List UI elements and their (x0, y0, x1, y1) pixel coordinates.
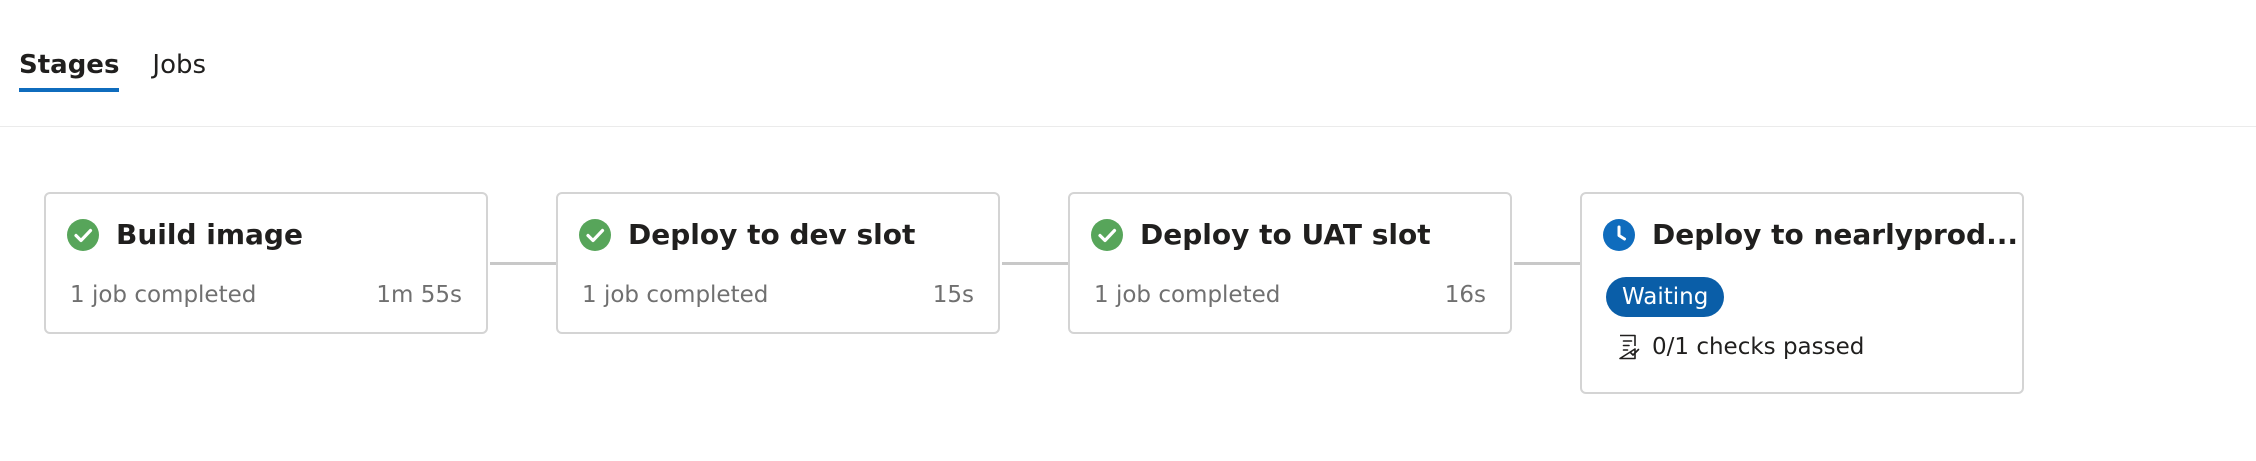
stage-job-summary: 1 job completed (70, 282, 257, 308)
stage-header: Deploy to dev slot (579, 218, 915, 251)
checks-link[interactable]: 0/1 checks passed (1618, 334, 1864, 360)
stage-title: Deploy to nearlyprod... (1652, 218, 2018, 251)
stage-card-deploy-uat[interactable]: Deploy to UAT slot 1 job completed 16s (1068, 192, 1512, 334)
stage-title: Build image (116, 218, 303, 251)
tab-stages[interactable]: Stages (19, 0, 120, 92)
status-badge: Waiting (1606, 277, 1725, 317)
success-check-icon (579, 218, 611, 251)
checks-status-text: 0/1 checks passed (1652, 334, 1865, 360)
tab-jobs[interactable]: Jobs (152, 0, 206, 92)
header-divider (0, 126, 2256, 127)
stage-summary-row: 1 job completed 16s (1094, 282, 1486, 308)
stage-connector (490, 262, 556, 265)
stage-job-summary: 1 job completed (1094, 282, 1281, 308)
stage-duration: 15s (932, 282, 974, 308)
stage-card-deploy-nearlyprod[interactable]: Deploy to nearlyprod... Waiting 0/1 chec… (1580, 192, 2024, 394)
stage-title: Deploy to dev slot (628, 218, 916, 251)
stage-duration: 16s (1444, 282, 1486, 308)
checklist-icon (1619, 334, 1640, 360)
success-check-icon (1091, 218, 1123, 251)
success-check-icon (67, 218, 99, 251)
stage-job-summary: 1 job completed (582, 282, 769, 308)
stage-card-build-image[interactable]: Build image 1 job completed 1m 55s (44, 192, 488, 334)
stage-card-deploy-dev[interactable]: Deploy to dev slot 1 job completed 15s (556, 192, 1000, 334)
stage-connector (1002, 262, 1068, 265)
stage-title: Deploy to UAT slot (1140, 218, 1431, 251)
stage-summary-row: 1 job completed 1m 55s (70, 282, 462, 308)
stage-header: Deploy to UAT slot (1091, 218, 1431, 251)
stage-summary-row: 1 job completed 15s (582, 282, 974, 308)
clock-icon (1603, 218, 1635, 251)
tab-bar: Stages Jobs (19, 0, 206, 92)
stage-header: Build image (67, 218, 303, 251)
stage-header: Deploy to nearlyprod... (1603, 218, 2018, 251)
stage-duration: 1m 55s (376, 282, 462, 308)
stage-connector (1514, 262, 1580, 265)
